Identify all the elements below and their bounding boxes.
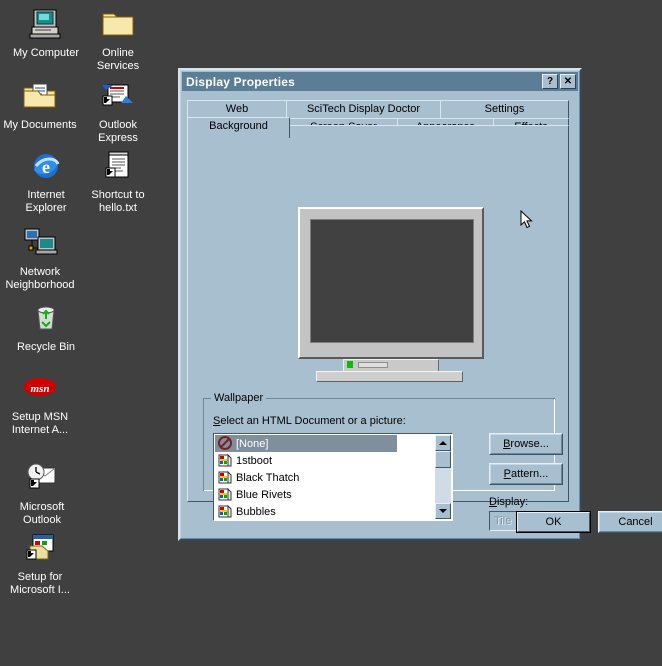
desktop-icon-microsoft-outlook[interactable]: Microsoft Outlook xyxy=(4,460,80,527)
desktop-icon-label: Shortcut to hello.txt xyxy=(91,189,145,214)
help-button[interactable]: ? xyxy=(542,74,558,89)
svg-text:msn: msn xyxy=(31,383,50,395)
pattern-button[interactable]: Pattern... xyxy=(489,463,563,485)
dialog-title: Display Properties xyxy=(186,74,295,89)
ok-button[interactable]: OK xyxy=(516,511,591,533)
wallpaper-file-icon xyxy=(217,453,233,468)
internet-explorer-icon: e xyxy=(26,148,66,186)
desktop-icon-label: Setup MSN Internet A... xyxy=(11,411,69,436)
monitor-control-strip xyxy=(358,362,388,368)
desktop-icon-my-documents[interactable]: My Documents xyxy=(2,78,78,132)
recycle-bin-icon xyxy=(26,300,66,338)
scroll-down-button[interactable] xyxy=(435,503,451,519)
no-wallpaper-icon xyxy=(217,436,233,451)
display-mode-value: Tile xyxy=(494,515,512,527)
chevron-up-icon xyxy=(439,441,447,445)
desktop-icon-label: Microsoft Outlook xyxy=(19,501,65,526)
chevron-down-icon xyxy=(439,509,447,513)
desktop-icon-label: Outlook Express xyxy=(98,119,138,144)
desktop-icon-network-neighborhood[interactable]: Network Neighborhood xyxy=(2,225,78,292)
setup-package-icon xyxy=(20,530,60,568)
desktop-icon-label: My Documents xyxy=(3,119,77,131)
tab-settings[interactable]: Settings xyxy=(440,100,569,119)
wallpaper-select-label: Select an HTML Document or a picture: xyxy=(213,415,406,427)
display-properties-dialog[interactable]: Display Properties ? ✕ Web SciTech Displ… xyxy=(178,68,662,541)
dialog-titlebar[interactable]: Display Properties ? ✕ xyxy=(182,72,578,91)
button-label: Browse... xyxy=(503,438,549,450)
cancel-button[interactable]: Cancel xyxy=(598,511,662,533)
desktop-icon-setup-microsoft-i[interactable]: Setup for Microsoft I... xyxy=(2,530,78,597)
wallpaper-listbox[interactable]: [None] 1stboot Black Thatch Blue Rivets … xyxy=(213,433,453,521)
label-rest: elect an HTML Document or a picture: xyxy=(220,415,406,427)
wallpaper-list-items: [None] 1stboot Black Thatch Blue Rivets … xyxy=(215,435,436,519)
list-item-label: 1stboot xyxy=(236,454,273,467)
text-file-shortcut-icon xyxy=(98,148,138,186)
desktop-icon-outlook-express[interactable]: Outlook Express xyxy=(80,78,156,145)
button-label: OK xyxy=(545,516,562,528)
tab-scitech-display-doctor[interactable]: SciTech Display Doctor xyxy=(286,100,441,119)
wallpaper-groupbox-legend: Wallpaper xyxy=(211,392,267,404)
computer-icon xyxy=(26,6,66,44)
button-label: Pattern... xyxy=(504,468,549,480)
desktop-icon-label: Network Neighborhood xyxy=(5,266,75,291)
accel-letter: D xyxy=(489,496,497,508)
desktop-icon-internet-explorer[interactable]: e Internet Explorer xyxy=(8,148,84,215)
list-item-label: Blue Rivets xyxy=(236,488,292,501)
wallpaper-file-icon xyxy=(217,504,233,519)
button-label: Cancel xyxy=(618,516,653,528)
network-icon xyxy=(20,225,60,263)
background-tab-panel: Wallpaper Select an HTML Document or a p… xyxy=(187,125,569,531)
browse-button[interactable]: Browse... xyxy=(489,433,563,455)
list-item[interactable]: Blue Rivets xyxy=(215,486,436,503)
monitor-base xyxy=(316,371,463,382)
desktop-icon-label: Online Services xyxy=(96,47,140,72)
desktop-icon-my-computer[interactable]: My Computer xyxy=(8,6,84,60)
list-item[interactable]: Black Thatch xyxy=(215,469,436,486)
desktop-icon-setup-msn[interactable]: msn Setup MSN Internet A... xyxy=(2,370,78,437)
monitor-preview xyxy=(291,207,484,382)
documents-folder-icon xyxy=(20,78,60,116)
desktop-icon-label: Recycle Bin xyxy=(16,341,76,353)
microsoft-outlook-icon xyxy=(22,460,62,498)
wallpaper-file-icon xyxy=(217,470,233,485)
outlook-express-icon xyxy=(98,78,138,116)
list-item-label: [None] xyxy=(236,437,269,450)
monitor-screen[interactable] xyxy=(310,219,474,343)
scrollbar-thumb[interactable] xyxy=(435,451,451,468)
label-rest: isplay: xyxy=(496,496,529,508)
list-item[interactable]: [None] xyxy=(215,435,397,452)
scroll-up-button[interactable] xyxy=(435,435,451,451)
wallpaper-groupbox: Wallpaper Select an HTML Document or a p… xyxy=(203,392,563,531)
list-item[interactable]: 1stboot xyxy=(215,452,436,469)
accel-letter: P xyxy=(503,468,512,480)
list-item-label: Black Thatch xyxy=(236,471,300,484)
desktop-icon-shortcut-hello-txt[interactable]: Shortcut to hello.txt xyxy=(80,148,156,215)
label-rest: rowse... xyxy=(510,438,549,450)
msn-icon: msn xyxy=(20,370,60,408)
desktop-icon-recycle-bin[interactable]: Recycle Bin xyxy=(8,300,84,354)
wallpaper-file-icon xyxy=(217,487,233,502)
desktop-icon-label: My Computer xyxy=(12,47,80,59)
monitor-bezel xyxy=(298,207,484,359)
svg-text:e: e xyxy=(42,157,50,177)
desktop-icon-online-services[interactable]: Online Services xyxy=(80,6,156,73)
display-mode-label: Display: xyxy=(489,496,528,508)
listbox-scrollbar[interactable] xyxy=(435,435,451,519)
tab-background[interactable]: Background xyxy=(187,117,290,138)
close-icon[interactable]: ✕ xyxy=(560,74,576,89)
list-item-label: Bubbles xyxy=(236,505,276,518)
desktop-icon-label: Setup for Microsoft I... xyxy=(10,571,70,596)
power-led-icon xyxy=(347,361,353,368)
label-rest: attern... xyxy=(511,468,549,480)
list-item[interactable]: Bubbles xyxy=(215,503,436,519)
folder-icon xyxy=(98,6,138,44)
desktop-icon-label: Internet Explorer xyxy=(25,189,67,214)
